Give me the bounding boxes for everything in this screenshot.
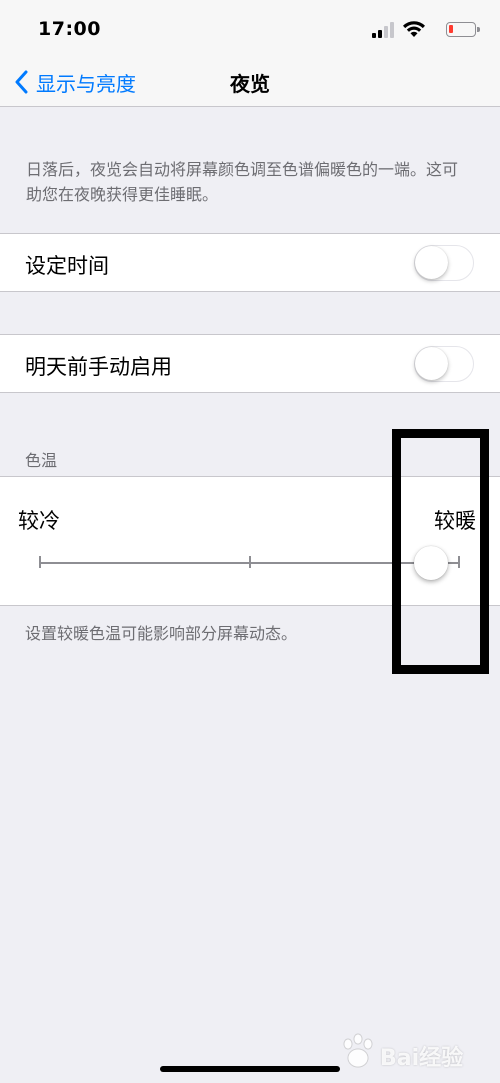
toggle-knob bbox=[415, 347, 448, 380]
wifi-icon bbox=[403, 21, 425, 37]
watermark: Bai经验 bbox=[336, 1030, 486, 1074]
scheduled-toggle[interactable] bbox=[414, 245, 474, 281]
home-indicator[interactable] bbox=[160, 1066, 340, 1072]
manual-enable-label: 明天前手动启用 bbox=[25, 355, 172, 379]
slider-tick-mid bbox=[249, 556, 251, 568]
manual-enable-cell[interactable]: 明天前手动启用 bbox=[0, 334, 500, 393]
annotation-highlight-box bbox=[392, 429, 489, 674]
scheduled-cell[interactable]: 设定时间 bbox=[0, 233, 500, 292]
battery-level bbox=[449, 25, 453, 33]
cooler-label: 较冷 bbox=[18, 509, 60, 533]
slider-tick-min bbox=[39, 556, 41, 568]
status-time: 17:00 bbox=[38, 18, 101, 40]
manual-enable-toggle[interactable] bbox=[414, 346, 474, 382]
navigation-bar: 显示与亮度 夜览 bbox=[0, 60, 500, 107]
status-bar: 17:00 bbox=[0, 0, 500, 60]
color-temperature-header: 色温 bbox=[25, 451, 58, 470]
color-temperature-footer: 设置较暖色温可能影响部分屏幕动态。 bbox=[25, 624, 298, 643]
status-icons bbox=[366, 20, 480, 40]
night-shift-description: 日落后，夜览会自动将屏幕颜色调至色谱偏暖色的一端。这可助您在夜晚获得更佳睡眠。 bbox=[26, 160, 459, 204]
signal-icon bbox=[372, 22, 394, 38]
watermark-text: Bai经验 bbox=[380, 1046, 464, 1071]
toggle-knob bbox=[415, 246, 448, 279]
page-title: 夜览 bbox=[230, 72, 270, 96]
scheduled-label: 设定时间 bbox=[25, 254, 109, 278]
battery-low-icon bbox=[446, 22, 480, 37]
baidu-paw-icon bbox=[343, 1033, 373, 1068]
